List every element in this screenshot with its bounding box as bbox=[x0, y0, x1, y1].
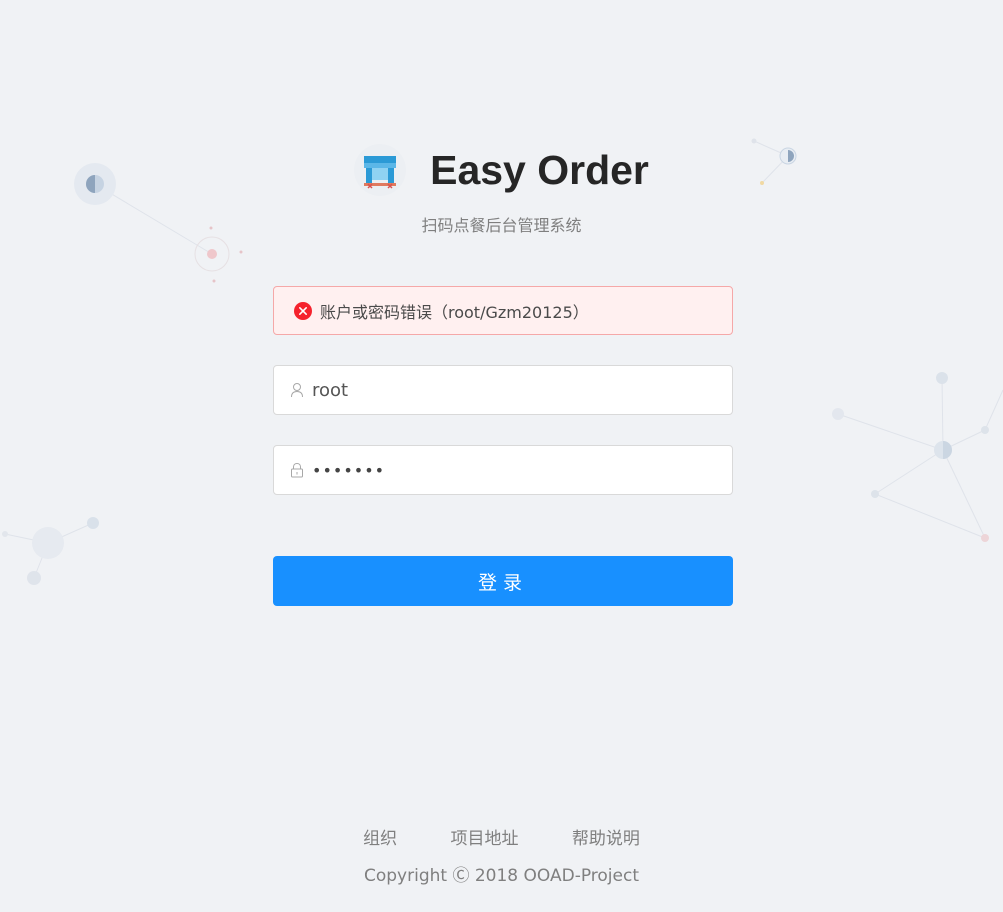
header: Easy Order bbox=[0, 140, 1003, 200]
lock-icon bbox=[291, 462, 303, 478]
password-field[interactable]: ••••••• bbox=[273, 445, 733, 495]
password-input[interactable]: ••••••• bbox=[312, 461, 712, 480]
close-circle-icon bbox=[294, 301, 312, 320]
footer-link-project-address[interactable]: 项目地址 bbox=[451, 829, 519, 849]
error-message: 账户或密码错误（root/Gzm20125） bbox=[320, 302, 589, 322]
copyright: Copyright Ⓒ 2018 OOAD-Project bbox=[363, 866, 640, 886]
store-logo-icon bbox=[354, 144, 407, 196]
footer-link-help[interactable]: 帮助说明 bbox=[572, 829, 640, 849]
brand: Easy Order bbox=[354, 140, 649, 200]
username-field[interactable] bbox=[273, 365, 733, 415]
username-input[interactable] bbox=[312, 379, 712, 401]
login-button[interactable]: 登录 bbox=[273, 556, 733, 606]
footer-links: 组织 项目地址 帮助说明 bbox=[0, 824, 1003, 849]
app-title: Easy Order bbox=[430, 147, 649, 193]
error-alert: 账户或密码错误（root/Gzm20125） bbox=[273, 286, 733, 335]
app-subtitle: 扫码点餐后台管理系统 bbox=[421, 216, 582, 235]
login-form: 账户或密码错误（root/Gzm20125） ••••••• 登录 bbox=[273, 286, 733, 606]
footer-link-organization[interactable]: 组织 bbox=[363, 829, 397, 849]
user-icon bbox=[291, 383, 303, 398]
